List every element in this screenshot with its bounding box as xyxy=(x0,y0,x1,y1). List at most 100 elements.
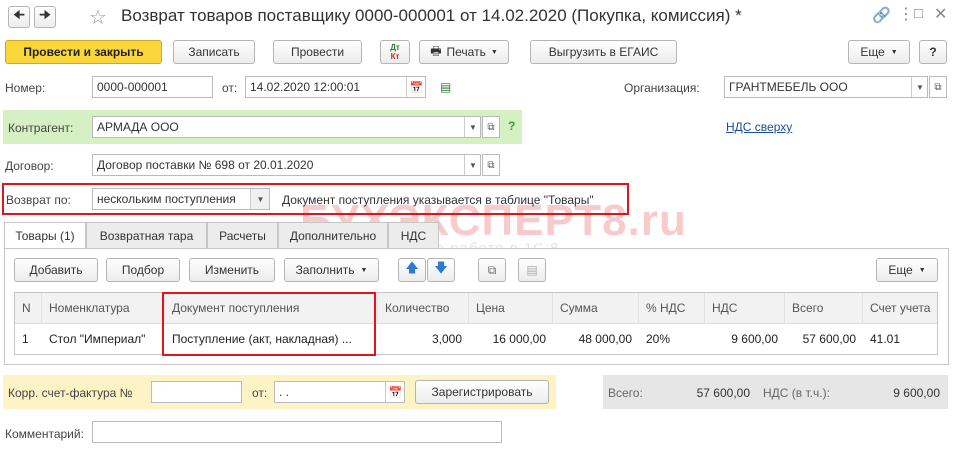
cell-item: Стол "Империал" xyxy=(49,332,146,346)
tab-settlements[interactable]: Расчеты xyxy=(207,222,278,248)
column-header-account[interactable]: Счет учета xyxy=(863,293,937,323)
dt-kt-button[interactable]: Дт Кт xyxy=(380,40,410,64)
comment-label: Комментарий: xyxy=(5,427,84,441)
export-egais-button[interactable]: Выгрузить в ЕГАИС xyxy=(530,40,677,64)
forward-button[interactable]: 🠊 xyxy=(34,6,56,28)
return-by-hint: Документ поступления указывается в табли… xyxy=(282,193,594,207)
tab-vat[interactable]: НДС xyxy=(388,222,439,248)
star-icon[interactable]: ☆ xyxy=(89,5,107,30)
tab-returnable-packaging[interactable]: Возвратная тара xyxy=(86,222,207,248)
comment-field[interactable] xyxy=(92,421,502,443)
move-up-button[interactable]: 🡅 xyxy=(398,258,426,282)
back-button[interactable]: 🠈 xyxy=(8,6,30,28)
open-organization-icon[interactable]: ⧉ xyxy=(929,76,947,98)
status-flag-icon[interactable]: ▤ xyxy=(440,80,451,94)
organization-label: Организация: xyxy=(624,81,700,95)
chevron-down-icon: ▼ xyxy=(360,266,368,274)
return-by-select[interactable]: нескольким поступления ▼ xyxy=(92,188,270,210)
cell-n: 1 xyxy=(22,332,29,346)
vat-total-label: НДС (в т.ч.): xyxy=(763,386,830,400)
tab-additional[interactable]: Дополнительно xyxy=(278,222,388,248)
dt-label: Дт xyxy=(390,43,400,52)
copy-icon: ⧉ xyxy=(487,262,497,277)
paste-icon: ▤ xyxy=(526,263,538,277)
link-icon[interactable]: 🔗 xyxy=(872,6,891,24)
vat-on-top-link[interactable]: НДС сверху xyxy=(726,120,792,134)
write-button[interactable]: Записать xyxy=(173,40,255,64)
invoice-date-field[interactable]: . . 📅 xyxy=(274,381,405,403)
column-header-sum[interactable]: Сумма xyxy=(553,293,639,323)
column-header-vat[interactable]: НДС xyxy=(705,293,785,323)
column-header-vat-rate[interactable]: % НДС xyxy=(639,293,705,323)
return-by-value: нескольким поступления xyxy=(97,192,236,206)
chevron-down-icon[interactable]: ▼ xyxy=(464,117,480,137)
open-counterparty-icon[interactable]: ⧉ xyxy=(482,116,500,138)
total-value: 57 600,00 xyxy=(696,386,750,400)
counterparty-value: АРМАДА ООО xyxy=(97,120,179,134)
print-label: Печать xyxy=(446,45,486,59)
number-field[interactable]: 0000-000001 xyxy=(92,76,213,98)
cell-account: 41.01 xyxy=(870,332,901,346)
chevron-down-icon[interactable]: ▼ xyxy=(911,77,927,97)
help-button[interactable]: ? xyxy=(919,40,947,64)
chevron-down-icon: ▼ xyxy=(918,266,926,274)
register-button[interactable]: Зарегистрировать xyxy=(415,380,549,404)
date-value: 14.02.2020 12:00:01 xyxy=(250,80,361,94)
contract-field[interactable]: Договор поставки № 698 от 20.01.2020 ▼ xyxy=(92,154,481,176)
select-button[interactable]: Подбор xyxy=(106,258,180,282)
organization-value: ГРАНТМЕБЕЛЬ ООО xyxy=(729,80,848,94)
column-header-total[interactable]: Всего xyxy=(785,293,863,323)
return-by-label: Возврат по: xyxy=(6,193,71,207)
counterparty-label: Контрагент: xyxy=(8,121,74,135)
arrow-down-icon: 🡇 xyxy=(434,260,448,275)
date-field[interactable]: 14.02.2020 12:00:01 📅 xyxy=(245,76,426,98)
cell-vat-rate: 20% xyxy=(646,332,671,346)
calendar-icon[interactable]: 📅 xyxy=(406,77,425,97)
invoice-number-field[interactable] xyxy=(151,381,242,403)
column-header-n[interactable]: N xyxy=(15,293,42,323)
date-label: от: xyxy=(222,81,238,95)
cell-total: 57 600,00 xyxy=(802,332,856,346)
goods-table: N Номенклатура Документ поступления Коли… xyxy=(14,292,938,355)
move-down-button[interactable]: 🡇 xyxy=(427,258,455,282)
table-more-button[interactable]: Еще ▼ xyxy=(876,258,938,282)
post-button[interactable]: Провести xyxy=(273,40,362,64)
printer-icon: 🖶 xyxy=(430,43,442,58)
paste-row-button[interactable]: ▤ xyxy=(518,258,546,282)
invoice-date-label: от: xyxy=(252,386,268,400)
receipt-doc-highlight-box xyxy=(162,292,376,356)
chevron-down-icon: ▼ xyxy=(490,48,498,56)
arrow-left-icon: 🠈 xyxy=(12,7,26,22)
organization-field[interactable]: ГРАНТМЕБЕЛЬ ООО ▼ xyxy=(724,76,928,98)
edit-button[interactable]: Изменить xyxy=(189,258,275,282)
chevron-down-icon: ▼ xyxy=(890,48,898,56)
tab-goods[interactable]: Товары (1) xyxy=(4,222,86,249)
column-header-item[interactable]: Номенклатура xyxy=(42,293,165,323)
add-button[interactable]: Добавить xyxy=(14,258,98,282)
expand-icon[interactable]: □ xyxy=(914,5,923,22)
chevron-down-icon[interactable]: ▼ xyxy=(250,189,269,209)
chevron-down-icon[interactable]: ▼ xyxy=(464,155,480,175)
table-row[interactable]: 1 Стол "Империал" Поступление (акт, накл… xyxy=(15,324,937,354)
column-header-price[interactable]: Цена xyxy=(469,293,553,323)
more-icon[interactable]: ⋮ xyxy=(898,4,914,24)
cell-vat: 9 600,00 xyxy=(731,332,778,346)
post-and-close-button[interactable]: Провести и закрыть xyxy=(5,40,162,64)
arrow-right-icon: 🠊 xyxy=(38,7,52,22)
counterparty-field[interactable]: АРМАДА ООО ▼ xyxy=(92,116,481,138)
column-header-quantity[interactable]: Количество xyxy=(378,293,469,323)
calendar-icon[interactable]: 📅 xyxy=(385,382,404,402)
print-button[interactable]: 🖶 Печать ▼ xyxy=(419,40,509,64)
close-icon[interactable]: ✕ xyxy=(934,4,947,24)
cell-quantity: 3,000 xyxy=(431,332,462,346)
cell-price: 16 000,00 xyxy=(492,332,546,346)
table-header-row: N Номенклатура Документ поступления Коли… xyxy=(15,293,937,324)
arrow-up-icon: 🡅 xyxy=(405,260,419,275)
more-button[interactable]: Еще ▼ xyxy=(848,40,910,64)
contract-label: Договор: xyxy=(5,159,54,173)
open-contract-icon[interactable]: ⧉ xyxy=(482,154,500,176)
fill-button[interactable]: Заполнить ▼ xyxy=(284,258,379,282)
copy-row-button[interactable]: ⧉ xyxy=(478,258,506,282)
number-label: Номер: xyxy=(5,81,46,95)
counterparty-help-icon[interactable]: ? xyxy=(508,119,515,133)
